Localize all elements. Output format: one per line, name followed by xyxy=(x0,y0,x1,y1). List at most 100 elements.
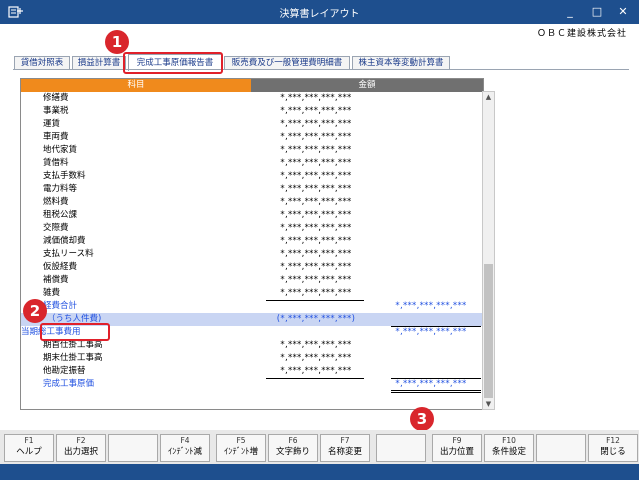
row-subject: 地代家賃 xyxy=(43,145,78,155)
tab-equity-statement[interactable]: 株主資本等変動計算書 xyxy=(352,56,450,70)
row-subject: 完成工事原価 xyxy=(43,379,95,389)
row-amount-1: (*,***,***,***,***) xyxy=(276,314,356,324)
row-amount-1: *,***,***,***,*** xyxy=(280,106,352,116)
table-row[interactable]: 租税公課 *,***,***,***,*** xyxy=(21,209,483,222)
table-row[interactable]: 燃料費 *,***,***,***,*** xyxy=(21,196,483,209)
row-subject: 電力料等 xyxy=(43,184,78,194)
layout-grid: 科目 金額 修繕費 *,***,***,***,*** 事業税 *,***,***,… xyxy=(20,78,484,410)
table-row[interactable]: 電力料等 *,***,***,***,*** xyxy=(21,183,483,196)
row-amount-1: *,***,***,***,*** xyxy=(280,184,352,194)
f1-help-button[interactable]: F1 ヘルプ xyxy=(4,434,54,462)
table-row[interactable]: 減価償却費 *,***,***,***,*** xyxy=(21,235,483,248)
table-row[interactable]: 交際費 *,***,***,***,*** xyxy=(21,222,483,235)
row-amount-1: *,***,***,***,*** xyxy=(280,262,352,272)
row-subject: 期末仕掛工事高 xyxy=(43,353,103,363)
f12-close-button[interactable]: F12 閉じる xyxy=(588,434,638,462)
row-subject: 減価償却費 xyxy=(43,236,86,246)
status-bar xyxy=(0,464,639,480)
row-subject: 租税公課 xyxy=(43,210,78,220)
table-row[interactable]: 事業税 *,***,***,***,*** xyxy=(21,105,483,118)
row-amount-1: *,***,***,***,*** xyxy=(280,366,352,376)
scroll-down-arrow-icon[interactable]: ▼ xyxy=(483,399,494,409)
table-row[interactable]: 補償費 *,***,***,***,*** xyxy=(21,274,483,287)
row-amount-1: *,***,***,***,*** xyxy=(280,275,352,285)
scroll-thumb[interactable] xyxy=(484,264,493,398)
table-row[interactable]: 地代家賃 *,***,***,***,*** xyxy=(21,144,483,157)
row-subject: 修繕費 xyxy=(43,93,69,103)
highlight-tab-box xyxy=(123,52,223,74)
title-bar: 決算書レイアウト _ □ ✕ xyxy=(0,0,639,24)
f8-blank-button xyxy=(376,434,426,462)
row-subject: 事業税 xyxy=(43,106,69,116)
f2-output-select-button[interactable]: F2 出力選択 xyxy=(56,434,106,462)
row-amount-1: *,***,***,***,*** xyxy=(280,145,352,155)
row-amount-1: *,***,***,***,*** xyxy=(280,249,352,259)
tab-sga-statement[interactable]: 販売費及び一般管理費明細書 xyxy=(224,56,350,70)
column-header-subject: 科目 xyxy=(21,79,251,92)
row-subject: 支払手数料 xyxy=(43,171,86,181)
total-underline xyxy=(391,378,481,379)
table-row[interactable]: 他勘定振替 *,***,***,***,*** xyxy=(21,365,483,378)
total-double-underline xyxy=(391,390,481,391)
callout-1: 1 xyxy=(105,30,129,54)
row-amount-1: *,***,***,***,*** xyxy=(280,93,352,103)
f9-output-position-button[interactable]: F9 出力位置 xyxy=(432,434,482,462)
total-double-underline xyxy=(391,392,481,393)
row-amount-1: *,***,***,***,*** xyxy=(280,158,352,168)
vertical-scrollbar[interactable]: ▲ ▼ xyxy=(482,91,495,410)
row-amount-1: *,***,***,***,*** xyxy=(280,236,352,246)
row-subject: 仮設経費 xyxy=(43,262,78,272)
table-row[interactable]: 雑費 *,***,***,***,*** xyxy=(21,287,483,300)
maximize-button[interactable]: □ xyxy=(584,3,610,21)
f7-rename-button[interactable]: F7 名称変更 xyxy=(320,434,370,462)
row-subject: 補償費 xyxy=(43,275,69,285)
table-row[interactable]: 車両費 *,***,***,***,*** xyxy=(21,131,483,144)
tab-balance-sheet[interactable]: 貸借対照表 xyxy=(14,56,70,70)
table-row[interactable]: 運賃 *,***,***,***,*** xyxy=(21,118,483,131)
table-row[interactable]: 仮設経費 *,***,***,***,*** xyxy=(21,261,483,274)
row-subject: 賃借料 xyxy=(43,158,69,168)
row-amount-1: *,***,***,***,*** xyxy=(280,340,352,350)
minimize-button[interactable]: _ xyxy=(557,3,583,21)
row-amount-1: *,***,***,***,*** xyxy=(280,353,352,363)
row-subject: 雑費 xyxy=(43,288,61,298)
f6-text-decoration-button[interactable]: F6 文字飾り xyxy=(268,434,318,462)
total-underline xyxy=(391,326,481,327)
row-subject: 他勘定振替 xyxy=(43,366,86,376)
row-subject: 燃料費 xyxy=(43,197,69,207)
f5-indent-increase-button[interactable]: F5 ｲﾝﾃﾞﾝﾄ増 xyxy=(216,434,266,462)
column-header-amount: 金額 xyxy=(251,79,483,92)
f11-blank-button xyxy=(536,434,586,462)
scroll-up-arrow-icon[interactable]: ▲ xyxy=(483,92,494,102)
row-amount-1: *,***,***,***,*** xyxy=(280,288,352,298)
row-amount-1: *,***,***,***,*** xyxy=(280,119,352,129)
f3-blank-button xyxy=(108,434,158,462)
table-row[interactable]: 期末仕掛工事高 *,***,***,***,*** xyxy=(21,352,483,365)
table-row[interactable]: 支払手数料 *,***,***,***,*** xyxy=(21,170,483,183)
company-name: ＯＢＣ建設株式会社 xyxy=(536,29,627,39)
table-row[interactable]: 修繕費 *,***,***,***,*** xyxy=(21,92,483,105)
table-row[interactable]: 賃借料 *,***,***,***,*** xyxy=(21,157,483,170)
f4-indent-decrease-button[interactable]: F4 ｲﾝﾃﾞﾝﾄ減 xyxy=(160,434,210,462)
close-window-button[interactable]: ✕ xyxy=(610,3,636,21)
row-subject: 経費合計 xyxy=(43,301,78,311)
tab-divider xyxy=(13,69,629,70)
row-amount-1: *,***,***,***,*** xyxy=(280,223,352,233)
callout-3: 3 xyxy=(410,407,434,431)
f10-condition-settings-button[interactable]: F10 条件設定 xyxy=(484,434,534,462)
row-amount-2: *,***,***,***,*** xyxy=(395,301,467,311)
function-key-bar: F1 ヘルプ F2 出力選択 F4 ｲﾝﾃﾞﾝﾄ減 F5 ｲﾝﾃﾞﾝﾄ増 F6 文字飾り … xyxy=(0,430,639,464)
row-amount-1: *,***,***,***,*** xyxy=(280,197,352,207)
row-amount-1: *,***,***,***,*** xyxy=(280,171,352,181)
table-row[interactable]: 支払リース料 *,***,***,***,*** xyxy=(21,248,483,261)
row-subject: 運賃 xyxy=(43,119,61,129)
row-amount-1: *,***,***,***,*** xyxy=(280,210,352,220)
callout-2: 2 xyxy=(23,299,47,323)
row-subject: 支払リース料 xyxy=(43,249,94,259)
window-title: 決算書レイアウト xyxy=(279,9,360,20)
tab-income-statement[interactable]: 損益計算書 xyxy=(72,56,126,70)
row-subject: 車両費 xyxy=(43,132,69,142)
table-row[interactable]: 経費合計 *,***,***,***,*** xyxy=(21,300,483,313)
row-amount-2: *,***,***,***,*** xyxy=(395,327,467,337)
highlight-row-box xyxy=(40,323,110,341)
